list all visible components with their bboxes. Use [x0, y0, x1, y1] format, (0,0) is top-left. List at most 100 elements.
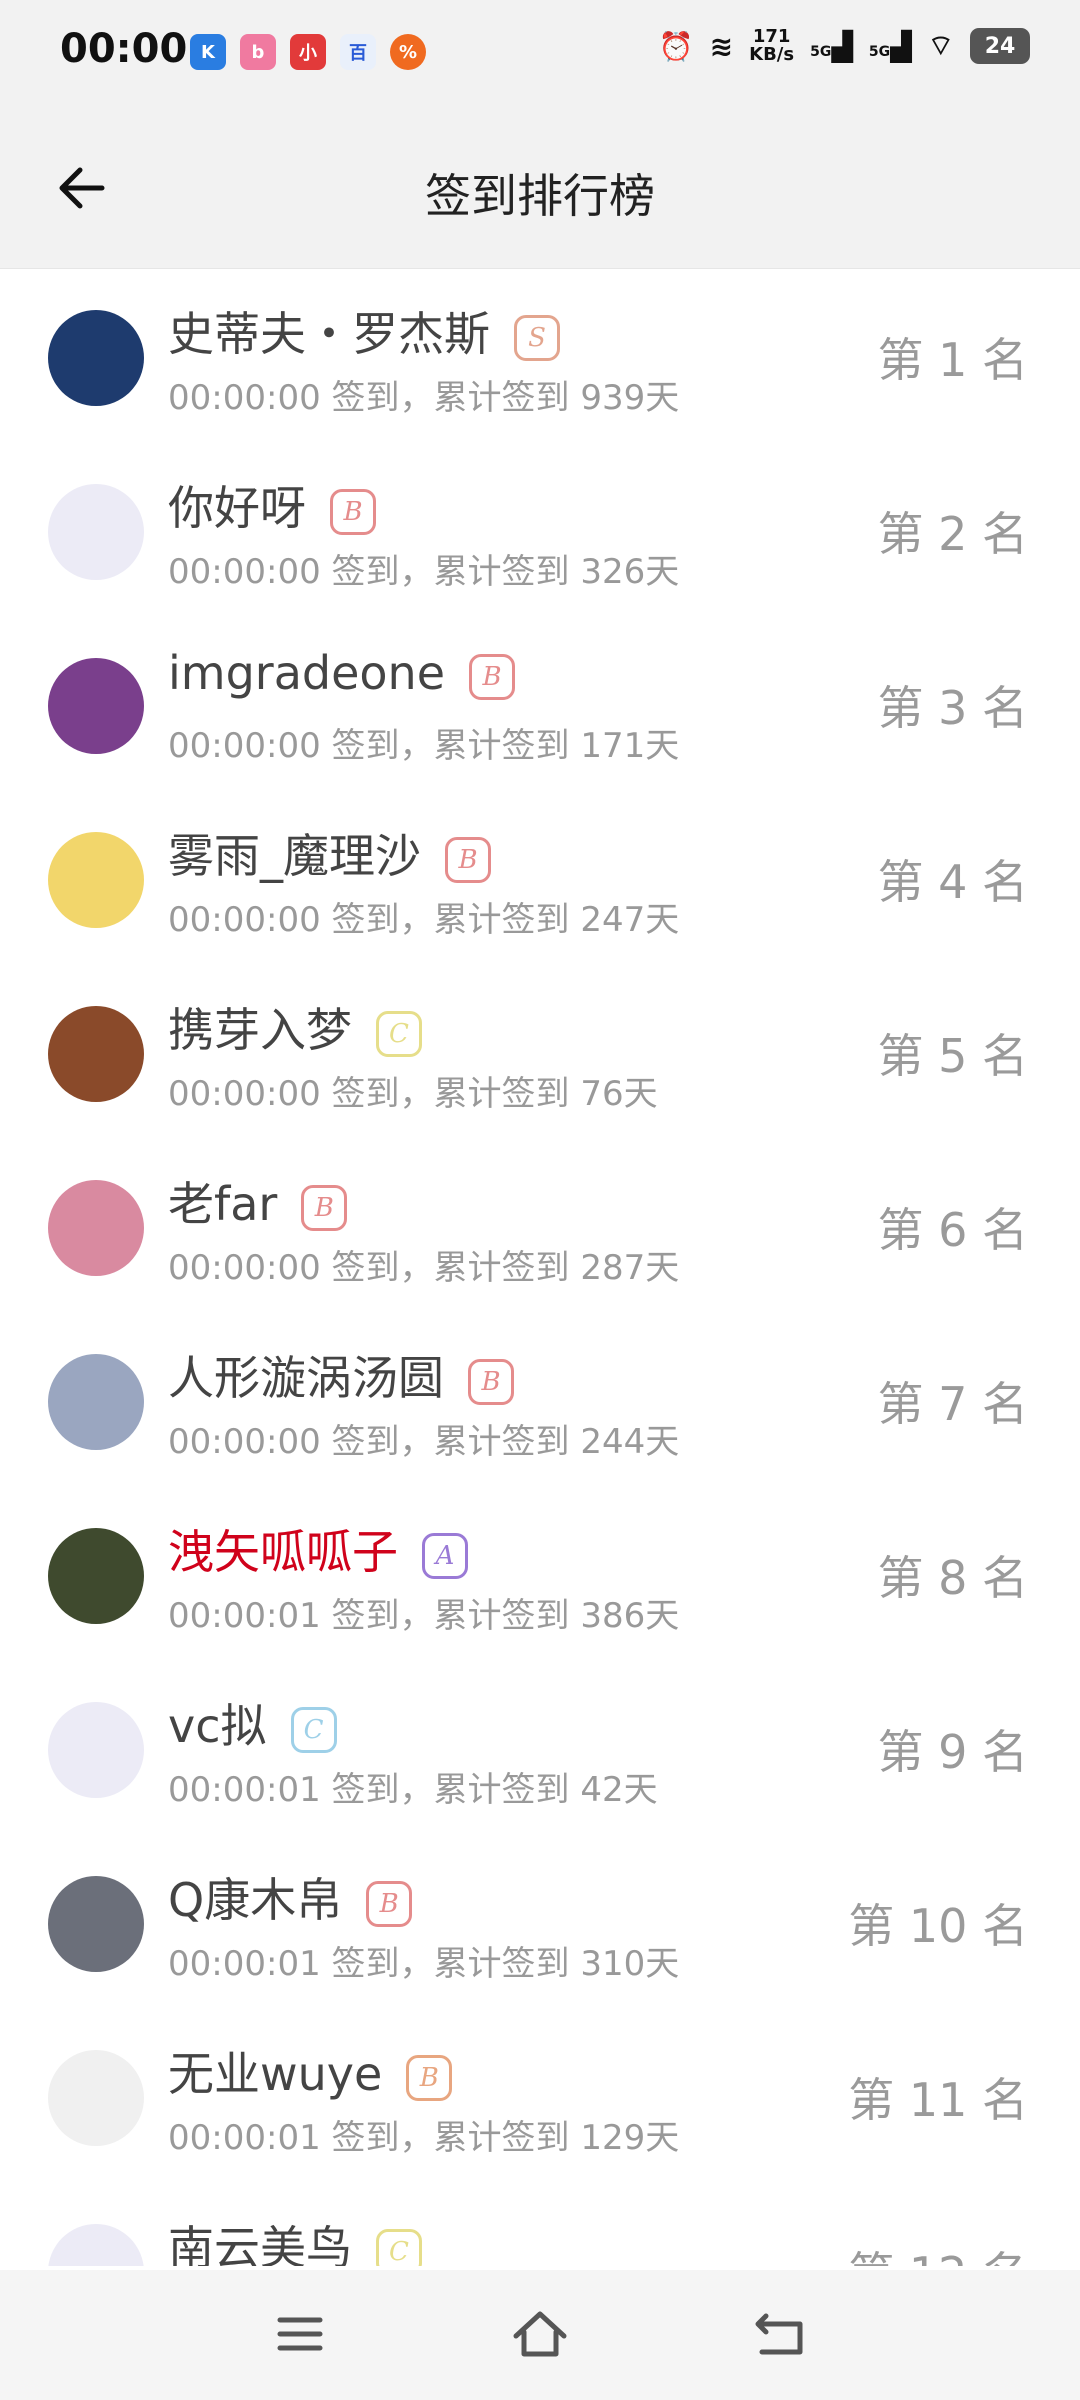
checkin-info: 00:00:01 签到，累计签到 129天 [168, 2118, 680, 2158]
rank-label: 第 8 名 [877, 1551, 1028, 1605]
avatar[interactable] [48, 832, 144, 928]
level-badge-icon: B [366, 1880, 413, 1927]
ranking-row[interactable]: 雾雨_魔理沙 B 00:00:00 签到，累计签到 247天 第 4 名 [0, 790, 1080, 964]
system-icons: ⏰ ≋ 171 KB/s 5G▟ 5G▟ ⌔ 24 [659, 28, 1030, 64]
user-name[interactable]: vc拟 C [168, 1690, 337, 1756]
level-badge-icon: C [290, 1706, 337, 1753]
rank-label: 第 4 名 [877, 855, 1028, 909]
user-name-text: 南云美鸟 [168, 2221, 352, 2266]
user-name[interactable]: 老far B [168, 1168, 348, 1234]
rank-label: 第 12 名 [848, 2238, 1028, 2266]
checkin-info: 00:00:01 签到，累计签到 386天 [168, 1596, 680, 1636]
level-badge-icon: S [514, 314, 560, 361]
level-badge-icon: B [469, 653, 515, 700]
avatar[interactable] [48, 310, 144, 406]
rank-label: 第 9 名 [877, 1725, 1028, 1779]
rank-label: 第 3 名 [877, 681, 1028, 735]
avatar[interactable] [48, 1876, 144, 1972]
ranking-row[interactable]: Q康木帛 B 00:00:01 签到，累计签到 310天 第 10 名 [0, 1834, 1080, 2008]
rank-label: 第 6 名 [877, 1203, 1028, 1257]
checkin-info: 00:00:00 签到，累计签到 939天 [168, 378, 680, 418]
user-name-text: 老far [168, 1177, 278, 1231]
user-name-text: 雾雨_魔理沙 [168, 829, 421, 883]
avatar[interactable] [48, 1180, 144, 1276]
user-name[interactable]: 南云美鸟 C [168, 2212, 422, 2266]
rank-label: 第 2 名 [877, 507, 1028, 561]
baidu-icon: 百 [340, 34, 376, 70]
avatar[interactable] [48, 1006, 144, 1102]
level-badge-icon: B [406, 2054, 453, 2101]
user-name[interactable]: 无业wuye B [168, 2038, 453, 2104]
notification-icons: K b 小 百 % [190, 34, 426, 70]
ranking-row[interactable]: 人形漩涡汤圆 B 00:00:00 签到，累计签到 244天 第 7 名 [0, 1312, 1080, 1486]
checkin-info: 00:00:00 签到，累计签到 171天 [168, 726, 680, 766]
checkin-info: 00:00:01 签到，累计签到 310天 [168, 1944, 680, 1984]
user-name[interactable]: imgradeone B [168, 646, 515, 700]
user-name-text: 无业wuye [168, 2047, 383, 2101]
user-name-text: 洩矢呱呱子 [168, 1525, 398, 1579]
checkin-info: 00:00:01 签到，累计签到 42天 [168, 1770, 658, 1810]
ranking-row[interactable]: 你好呀 B 00:00:00 签到，累计签到 326天 第 2 名 [0, 442, 1080, 616]
level-badge-icon: A [422, 1532, 468, 1579]
ranking-row[interactable]: 洩矢呱呱子 A 00:00:01 签到，累计签到 386天 第 8 名 [0, 1486, 1080, 1660]
user-name-text: 携芽入梦 [168, 1003, 352, 1057]
level-badge-icon: C [376, 2228, 422, 2266]
battery-icon: 24 [970, 28, 1030, 64]
user-name-text: 人形漩涡汤圆 [168, 1351, 444, 1405]
clock: 00:00 [60, 26, 188, 72]
bilibili-icon: b [240, 34, 276, 70]
back-gesture-icon[interactable] [748, 2302, 812, 2366]
avatar[interactable] [48, 1354, 144, 1450]
ranking-row[interactable]: vc拟 C 00:00:01 签到，累计签到 42天 第 9 名 [0, 1660, 1080, 1834]
network-speed: 171 KB/s [749, 28, 794, 64]
user-name[interactable]: 洩矢呱呱子 A [168, 1516, 468, 1582]
rank-label: 第 1 名 [877, 333, 1028, 387]
app-bar: 签到排行榜 [0, 108, 1080, 269]
user-name[interactable]: 人形漩涡汤圆 B [168, 1342, 514, 1408]
level-badge-icon: C [376, 1010, 422, 1057]
avatar[interactable] [48, 2050, 144, 2146]
checkin-info: 00:00:00 签到，累计签到 76天 [168, 1074, 658, 1114]
checkin-info: 00:00:00 签到，累计签到 244天 [168, 1422, 680, 1462]
home-icon[interactable] [508, 2302, 572, 2366]
rank-label: 第 7 名 [877, 1377, 1028, 1431]
user-name-text: vc拟 [168, 1699, 267, 1753]
ranking-row[interactable]: 史蒂夫・罗杰斯 S 00:00:00 签到，累计签到 939天 第 1 名 [0, 268, 1080, 442]
ranking-row[interactable]: imgradeone B 00:00:00 签到，累计签到 171天 第 3 名 [0, 616, 1080, 790]
speed-unit: KB/s [749, 44, 795, 65]
navigation-bar [0, 2270, 1080, 2400]
user-name[interactable]: 携芽入梦 C [168, 994, 422, 1060]
ranking-row[interactable]: 无业wuye B 00:00:01 签到，累计签到 129天 第 11 名 [0, 2008, 1080, 2182]
status-bar: 00:00 K b 小 百 % ⏰ ≋ 171 KB/s 5G▟ 5G▟ ⌔ 2… [0, 0, 1080, 108]
page-title: 签到排行榜 [425, 169, 655, 223]
app-k-icon: K [190, 34, 226, 70]
level-badge-icon: B [301, 1184, 348, 1231]
rank-label: 第 10 名 [848, 1899, 1028, 1953]
app-orange-icon: % [390, 34, 426, 70]
avatar[interactable] [48, 484, 144, 580]
user-name[interactable]: 雾雨_魔理沙 B [168, 820, 491, 886]
ranking-row[interactable]: 携芽入梦 C 00:00:00 签到，累计签到 76天 第 5 名 [0, 964, 1080, 1138]
ranking-row[interactable]: 老far B 00:00:00 签到，累计签到 287天 第 6 名 [0, 1138, 1080, 1312]
nfc-icon: ≋ [709, 29, 734, 63]
signal-2-icon: 5G▟ [868, 29, 912, 63]
ranking-row[interactable]: 南云美鸟 C 第 12 名 [0, 2182, 1080, 2266]
rank-label: 第 5 名 [877, 1029, 1028, 1083]
user-name-text: 你好呀 [168, 481, 306, 535]
user-name[interactable]: 史蒂夫・罗杰斯 S [168, 298, 560, 364]
level-badge-icon: B [330, 488, 376, 535]
avatar[interactable] [48, 658, 144, 754]
user-name-text: 史蒂夫・罗杰斯 [168, 307, 490, 361]
avatar[interactable] [48, 1702, 144, 1798]
checkin-info: 00:00:00 签到，累计签到 287天 [168, 1248, 680, 1288]
rank-label: 第 11 名 [848, 2073, 1028, 2127]
signal-1-icon: 5G▟ [810, 29, 853, 63]
user-name[interactable]: 你好呀 B [168, 472, 376, 538]
alarm-icon: ⏰ [658, 29, 694, 63]
user-name[interactable]: Q康木帛 B [168, 1864, 413, 1930]
checkin-info: 00:00:00 签到，累计签到 247天 [168, 900, 680, 940]
avatar[interactable] [48, 1528, 144, 1624]
avatar[interactable] [48, 2224, 144, 2266]
wifi-icon: ⌔ [927, 28, 954, 62]
menu-icon[interactable] [268, 2302, 332, 2366]
